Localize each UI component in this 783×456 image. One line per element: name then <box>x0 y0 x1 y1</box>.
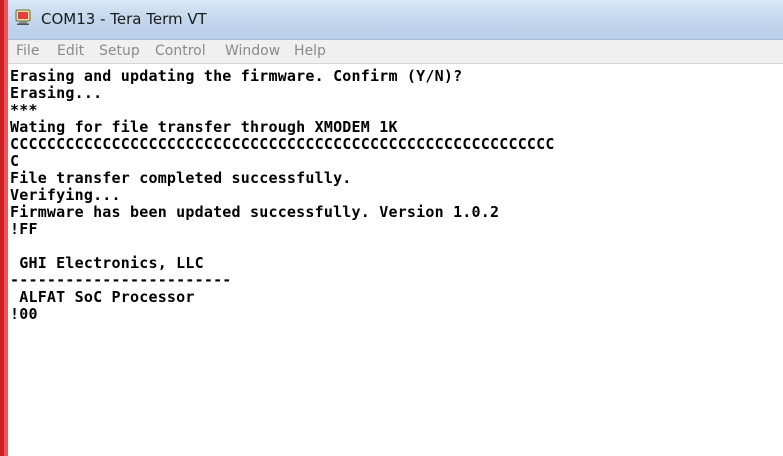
menu-help[interactable]: Help <box>294 43 326 59</box>
menu-setup[interactable]: Setup <box>99 43 140 59</box>
terminal-line: ALFAT SoC Processor <box>10 288 195 306</box>
terminal-line: Wating for file transfer through XMODEM … <box>10 118 398 136</box>
title-bar[interactable]: COM13 - Tera Term VT <box>8 0 783 40</box>
tera-term-icon[interactable] <box>15 8 33 26</box>
terminal-line: ------------------------ <box>10 271 232 289</box>
terminal-line: File transfer completed successfully. <box>10 169 352 187</box>
tera-term-window: COM13 - Tera Term VT File Edit Setup Con… <box>8 0 783 456</box>
terminal-line: CCCCCCCCCCCCCCCCCCCCCCCCCCCCCCCCCCCCCCCC… <box>10 135 555 153</box>
terminal-line: C <box>10 152 20 170</box>
terminal-line: *** <box>10 101 38 119</box>
terminal-area[interactable]: Erasing and updating the firmware. Confi… <box>8 64 783 456</box>
menu-edit[interactable]: Edit <box>57 43 84 59</box>
terminal-line: GHI Electronics, LLC <box>10 254 204 272</box>
terminal-line: Erasing... <box>10 84 103 102</box>
menu-window[interactable]: Window <box>225 43 280 59</box>
menu-control[interactable]: Control <box>155 43 206 59</box>
terminal-line: !FF <box>10 220 38 238</box>
menu-file[interactable]: File <box>16 43 39 59</box>
terminal-line: Verifying... <box>10 186 121 204</box>
screenshot-stage: COM13 - Tera Term VT File Edit Setup Con… <box>0 0 783 456</box>
terminal-line: Erasing and updating the firmware. Confi… <box>10 67 463 85</box>
terminal-line: !00 <box>10 305 38 323</box>
terminal-line: Firmware has been updated successfully. … <box>10 203 500 221</box>
menu-bar: File Edit Setup Control Window Help <box>8 40 783 64</box>
window-title: COM13 - Tera Term VT <box>41 10 207 28</box>
